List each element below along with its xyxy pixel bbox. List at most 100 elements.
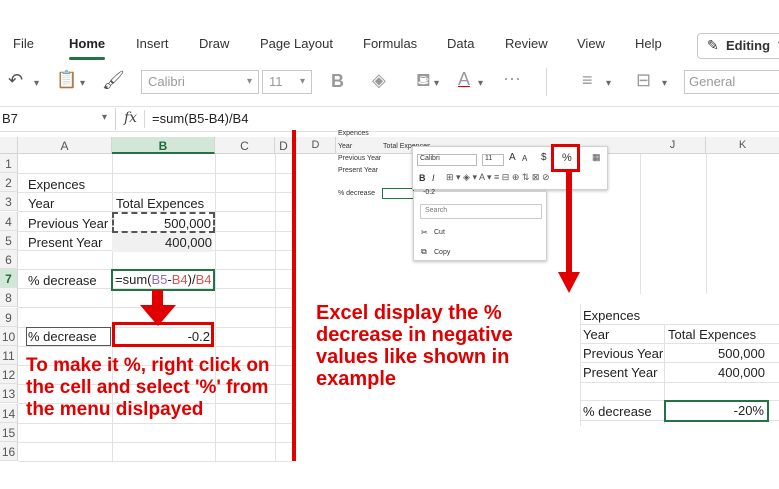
- tab-formulas[interactable]: Formulas: [363, 36, 417, 51]
- mini-menu-copy[interactable]: Copy: [434, 249, 450, 256]
- column-header-d[interactable]: D: [275, 137, 292, 154]
- row-header-9[interactable]: 9: [0, 308, 18, 327]
- result-cell-previous-value[interactable]: 500,000: [668, 344, 765, 363]
- mini-font-select[interactable]: Calibri: [417, 154, 477, 166]
- column-header-c[interactable]: C: [215, 137, 275, 154]
- cell-a5[interactable]: Present Year: [28, 233, 102, 252]
- font-name-select[interactable]: Calibri ▾: [141, 70, 259, 94]
- column-header-a[interactable]: A: [18, 137, 112, 154]
- cell-a3[interactable]: Year: [28, 194, 54, 213]
- cell-a10[interactable]: % decrease: [28, 327, 97, 346]
- row-header-13[interactable]: 13: [0, 384, 18, 403]
- formula-input[interactable]: =sum(B5-B4)/B4: [152, 111, 248, 126]
- cell-a4[interactable]: Previous Year: [28, 214, 108, 233]
- result-cell-year[interactable]: Year: [583, 325, 609, 344]
- gridline: [580, 382, 779, 383]
- result-cell-decrease-value[interactable]: -20%: [664, 400, 769, 422]
- merge-dropdown-icon[interactable]: ▾: [662, 78, 667, 89]
- row-header-7[interactable]: 7: [0, 269, 18, 288]
- tab-page-layout[interactable]: Page Layout: [260, 36, 333, 51]
- row-header-2[interactable]: 2: [0, 173, 18, 192]
- mini-cell-expences: Expences: [338, 130, 369, 137]
- panel-divider: [292, 130, 296, 461]
- column-header-k[interactable]: K: [706, 137, 779, 154]
- result-cell-expences[interactable]: Expences: [583, 306, 640, 325]
- row-header-14[interactable]: 14: [0, 404, 18, 423]
- result-note: Excel display the % decrease in negative…: [316, 302, 513, 390]
- result-cell-decrease[interactable]: % decrease: [583, 402, 652, 421]
- cell-a7[interactable]: % decrease: [28, 271, 97, 290]
- formula-bar: [0, 106, 779, 132]
- font-size-select[interactable]: 11 ▾: [262, 70, 312, 94]
- tab-view[interactable]: View: [577, 36, 605, 51]
- row-header-4[interactable]: 4: [0, 212, 18, 231]
- result-cell-present[interactable]: Present Year: [583, 363, 657, 382]
- font-color-dropdown-icon[interactable]: ▾: [478, 78, 483, 89]
- tab-draw[interactable]: Draw: [199, 36, 229, 51]
- result-cell-total[interactable]: Total Expences: [668, 325, 756, 344]
- mini-grow-font-button[interactable]: A: [509, 152, 516, 163]
- align-dropdown-icon[interactable]: ▾: [606, 78, 611, 89]
- column-header-d-right[interactable]: D: [296, 137, 336, 154]
- cell-b7[interactable]: =sum(B5-B4)/B4: [111, 269, 215, 291]
- tab-home[interactable]: Home: [69, 36, 105, 51]
- row-header-3[interactable]: 3: [0, 192, 18, 211]
- undo-dropdown-icon[interactable]: ▾: [34, 78, 39, 89]
- paste-icon[interactable]: 📋: [56, 70, 77, 90]
- row-header-1[interactable]: 1: [0, 154, 18, 173]
- cell-b5[interactable]: 400,000: [112, 233, 212, 252]
- mini-size-select[interactable]: 11: [482, 154, 504, 166]
- highlight-icon[interactable]: ⛾: [416, 70, 431, 94]
- more-icon[interactable]: ···: [503, 68, 521, 89]
- paste-dropdown-icon[interactable]: ▾: [80, 78, 85, 89]
- tab-review[interactable]: Review: [505, 36, 548, 51]
- mini-italic-button[interactable]: I: [432, 173, 435, 183]
- insert-function-button[interactable]: fx: [124, 110, 137, 126]
- result-cell-previous[interactable]: Previous Year: [583, 344, 663, 363]
- align-icon[interactable]: ≡: [582, 70, 593, 91]
- tab-insert[interactable]: Insert: [136, 36, 169, 51]
- tab-help[interactable]: Help: [635, 36, 662, 51]
- formula-ref-b4: B4: [171, 272, 188, 287]
- chevron-down-icon: ▾: [102, 112, 108, 123]
- row-header-10[interactable]: 10: [0, 327, 18, 346]
- column-header-j[interactable]: J: [640, 137, 706, 154]
- fill-dropdown-icon[interactable]: ▾: [434, 78, 439, 89]
- mini-menu-cut[interactable]: Cut: [434, 229, 445, 236]
- cell-b3[interactable]: Total Expences: [116, 194, 204, 213]
- mini-currency-button[interactable]: $: [541, 152, 547, 163]
- chevron-down-icon: ▾: [299, 76, 305, 87]
- mini-menu-search[interactable]: Search: [420, 204, 542, 219]
- cell-b4[interactable]: 500,000: [112, 212, 215, 233]
- mini-cell-previous: Previous Year: [338, 155, 382, 162]
- formula-part: )/: [187, 272, 196, 287]
- number-format-select[interactable]: General: [684, 70, 779, 94]
- row-header-11[interactable]: 11: [0, 346, 18, 365]
- row-header-8[interactable]: 8: [0, 288, 18, 307]
- editing-mode-button[interactable]: ✎ Editing ▾: [697, 33, 779, 59]
- row-header-16[interactable]: 16: [0, 442, 18, 461]
- tab-data[interactable]: Data: [447, 36, 474, 51]
- mini-comma-icon[interactable]: ▦: [592, 152, 601, 163]
- row-header-5[interactable]: 5: [0, 231, 18, 250]
- column-header-b[interactable]: B: [112, 137, 215, 154]
- bold-icon[interactable]: B: [331, 71, 344, 92]
- row-header-15[interactable]: 15: [0, 423, 18, 442]
- name-box[interactable]: B7 ▾: [0, 108, 116, 130]
- result-cell-present-value[interactable]: 400,000: [668, 363, 765, 382]
- row-header-6[interactable]: 6: [0, 250, 18, 269]
- tab-file[interactable]: File: [13, 36, 34, 51]
- format-painter-icon[interactable]: 🖌: [102, 70, 125, 91]
- merge-icon[interactable]: ⊟: [636, 70, 651, 91]
- gridline: [640, 154, 641, 294]
- undo-icon[interactable]: ↶: [8, 70, 23, 91]
- fill-color-icon[interactable]: ◈: [372, 70, 386, 91]
- cell-a2[interactable]: Expences: [28, 175, 85, 194]
- font-color-icon[interactable]: A: [458, 69, 470, 90]
- mini-shrink-font-button[interactable]: A: [522, 154, 527, 163]
- mini-borders-icon[interactable]: ⊞ ▾ ◈ ▾ A ▾ ≡ ⊟ ⊕ ⇅ ⊠ ⊘: [446, 172, 550, 183]
- row-header-12[interactable]: 12: [0, 365, 18, 384]
- select-all-corner[interactable]: [0, 137, 18, 154]
- highlight-box-percent: [551, 144, 580, 172]
- mini-bold-button[interactable]: B: [419, 173, 426, 183]
